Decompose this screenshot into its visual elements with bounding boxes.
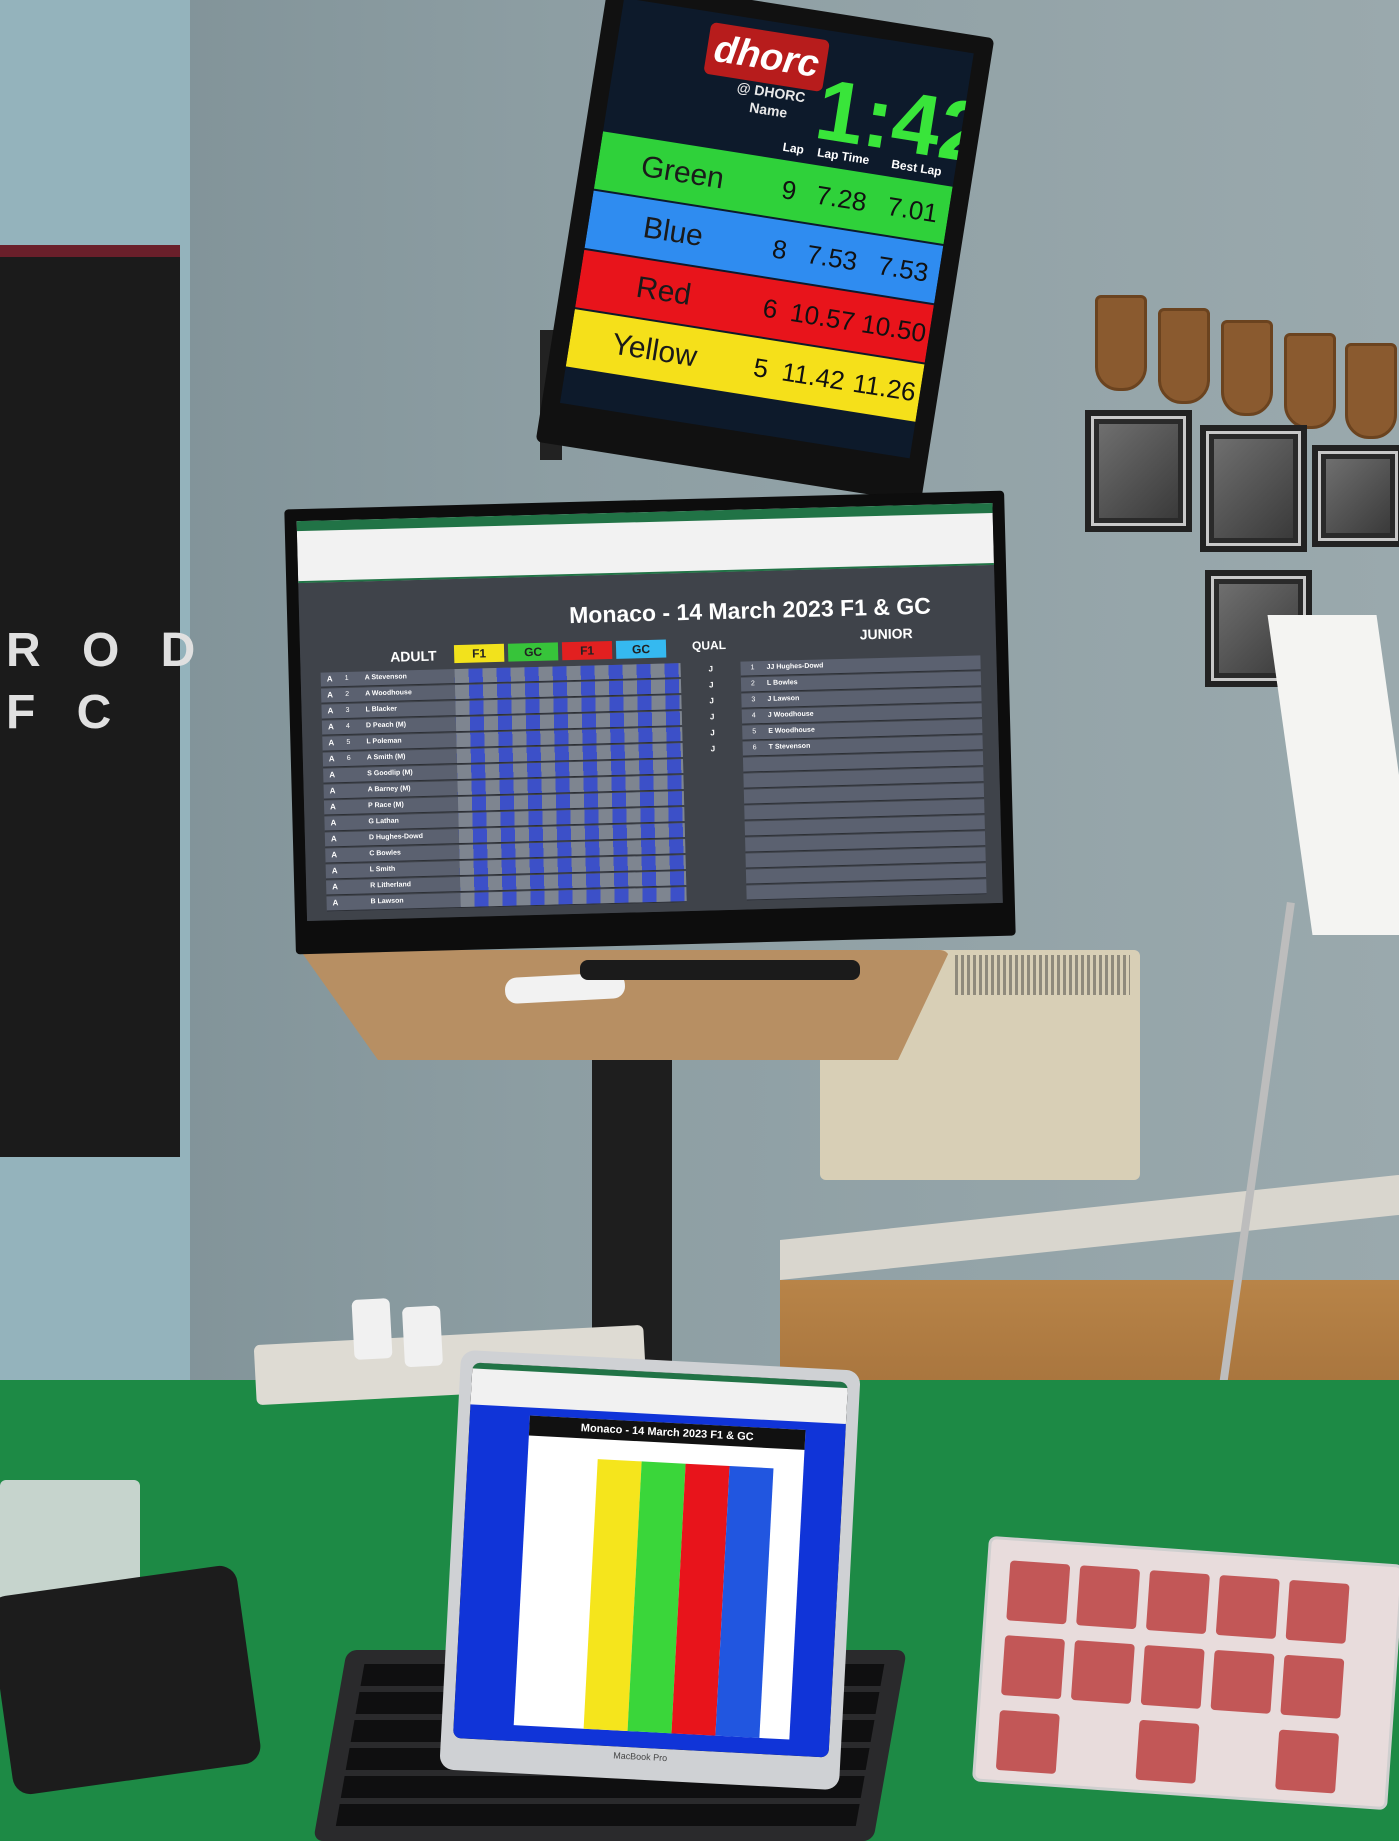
racer-class: A (332, 882, 339, 892)
racer-lap: 8 (770, 233, 790, 266)
wall-shield (1345, 343, 1397, 439)
racer-lap-time: 7.53 (804, 238, 860, 277)
racer-class: J (710, 728, 715, 738)
racer-name: L Bowles (766, 679, 798, 687)
racer-name: A Stevenson (364, 673, 407, 682)
qual-column-header: QUAL (691, 637, 727, 653)
lap-column-header: Lap (781, 139, 806, 157)
racer-name: P Race (M) (367, 801, 404, 810)
laptop-results-table: Monaco - 14 March 2023 F1 & GC (513, 1415, 806, 1740)
photo-frame (1085, 410, 1192, 532)
racer-name: JJ Hughes-Dowd (766, 662, 824, 671)
racer-class: A (327, 722, 334, 732)
racer-name: E Woodhouse (768, 726, 815, 735)
racer-best-lap: 11.26 (850, 367, 918, 408)
racer-name: L Blacker (365, 705, 398, 714)
racer-class: J (708, 664, 714, 674)
f1-header-yellow: F1 (453, 643, 505, 664)
racer-position: 5 (346, 738, 351, 746)
lap-timer-screen: dhorc @ DHORC Name 1:42 Lap Lap Time Bes… (559, 0, 974, 459)
laptop-event-title: Monaco - 14 March 2023 F1 & GC (528, 1415, 806, 1450)
racer-name: G Lathan (368, 817, 399, 826)
laptop-screen: Monaco - 14 March 2023 F1 & GC (452, 1362, 849, 1758)
racer-class: A (326, 674, 333, 684)
usb-charger (401, 1305, 444, 1368)
racer-name: L Poleman (366, 737, 402, 746)
racer-class: A (330, 818, 337, 828)
racer-class: A (327, 690, 334, 700)
laptop: Monaco - 14 March 2023 F1 & GC MacBook P… (439, 1349, 861, 1791)
adult-section-label: ADULT (389, 647, 437, 665)
racer-best-lap: 7.01 (885, 190, 940, 229)
banner-lettering: R O D F C (6, 624, 195, 740)
racer-name: A Barney (M) (367, 785, 411, 794)
racer-position: 2 (750, 680, 756, 688)
racer-position: 1 (750, 664, 755, 672)
laptop-spreadsheet: Monaco - 14 March 2023 F1 & GC (452, 1404, 846, 1758)
racer-class: A (329, 802, 336, 812)
racer-class: A (328, 738, 335, 748)
racer-lap-time: 10.57 (788, 297, 858, 337)
racer-lap: 9 (779, 174, 799, 207)
racer-best-lap: 7.53 (875, 250, 931, 288)
racer-name: D Peach (M) (365, 721, 407, 730)
racer-lap-time: 11.42 (779, 356, 847, 396)
racer-position: 3 (751, 696, 756, 704)
racer-class: J (709, 712, 715, 722)
racer-class: A (331, 866, 338, 876)
racer-name: A Woodhouse (365, 689, 412, 698)
racer-name: R Litherland (370, 881, 412, 890)
racer-class: J (708, 680, 714, 690)
racer-name: C Bowles (369, 849, 401, 858)
racer-name: L Smith (369, 865, 396, 874)
lap-timer-monitor: dhorc @ DHORC Name 1:42 Lap Lap Time Bes… (535, 0, 995, 503)
spreadsheet-screen: Monaco - 14 March 2023 F1 & GC ADULT JUN… (296, 502, 1003, 922)
tablet (0, 1563, 263, 1797)
racer-class: A (328, 754, 335, 764)
racer-class: A (329, 770, 336, 780)
gc-header-green: GC (507, 642, 559, 662)
racer-class: J (709, 696, 715, 706)
racer-position: 4 (751, 712, 756, 720)
racer-name: A Smith (M) (366, 753, 406, 762)
results-monitor: Monaco - 14 March 2023 F1 & GC ADULT JUN… (284, 490, 1016, 955)
racer-class: A (330, 834, 337, 844)
f1-header-red: F1 (561, 640, 613, 661)
racer-class: A (332, 898, 339, 908)
racer-position: 1 (344, 674, 349, 682)
racer-lap: 5 (751, 351, 771, 384)
racer-name: B Lawson (370, 897, 404, 906)
racer-position: 2 (345, 690, 350, 698)
racer-class: A (329, 786, 336, 796)
racer-class: A (327, 706, 334, 716)
photo-frame (1312, 445, 1399, 547)
racer-name: J Lawson (767, 695, 800, 703)
racer-position: 4 (345, 722, 350, 730)
racer-name: J Woodhouse (767, 710, 814, 719)
racer-position: 5 (752, 728, 757, 736)
gc-header-blue: GC (615, 639, 667, 659)
racer-name: T Stevenson (768, 742, 811, 751)
junior-section-label: JUNIOR (859, 625, 913, 643)
wall-shield (1284, 333, 1336, 429)
racer-name: S Goodlip (M) (367, 769, 413, 778)
photo-frame (1200, 425, 1307, 552)
heater-grill (955, 955, 1130, 995)
wall-shield (1221, 320, 1273, 416)
usb-charger (351, 1298, 393, 1360)
tv-stand-base (580, 960, 860, 980)
racer-position: 6 (752, 744, 757, 752)
racer-best-lap: 10.50 (859, 308, 929, 349)
parts-organizer (971, 1535, 1399, 1811)
racer-name: D Hughes-Dowd (368, 832, 424, 842)
racer-position: 6 (346, 754, 351, 762)
wall-shield (1095, 295, 1147, 391)
racer-lap: 6 (760, 292, 780, 325)
racer-class: J (710, 744, 716, 754)
racer-position: 3 (345, 706, 350, 714)
wall-shield (1158, 308, 1210, 404)
racer-class: A (331, 850, 338, 860)
racer-lap-time: 7.28 (814, 179, 869, 218)
